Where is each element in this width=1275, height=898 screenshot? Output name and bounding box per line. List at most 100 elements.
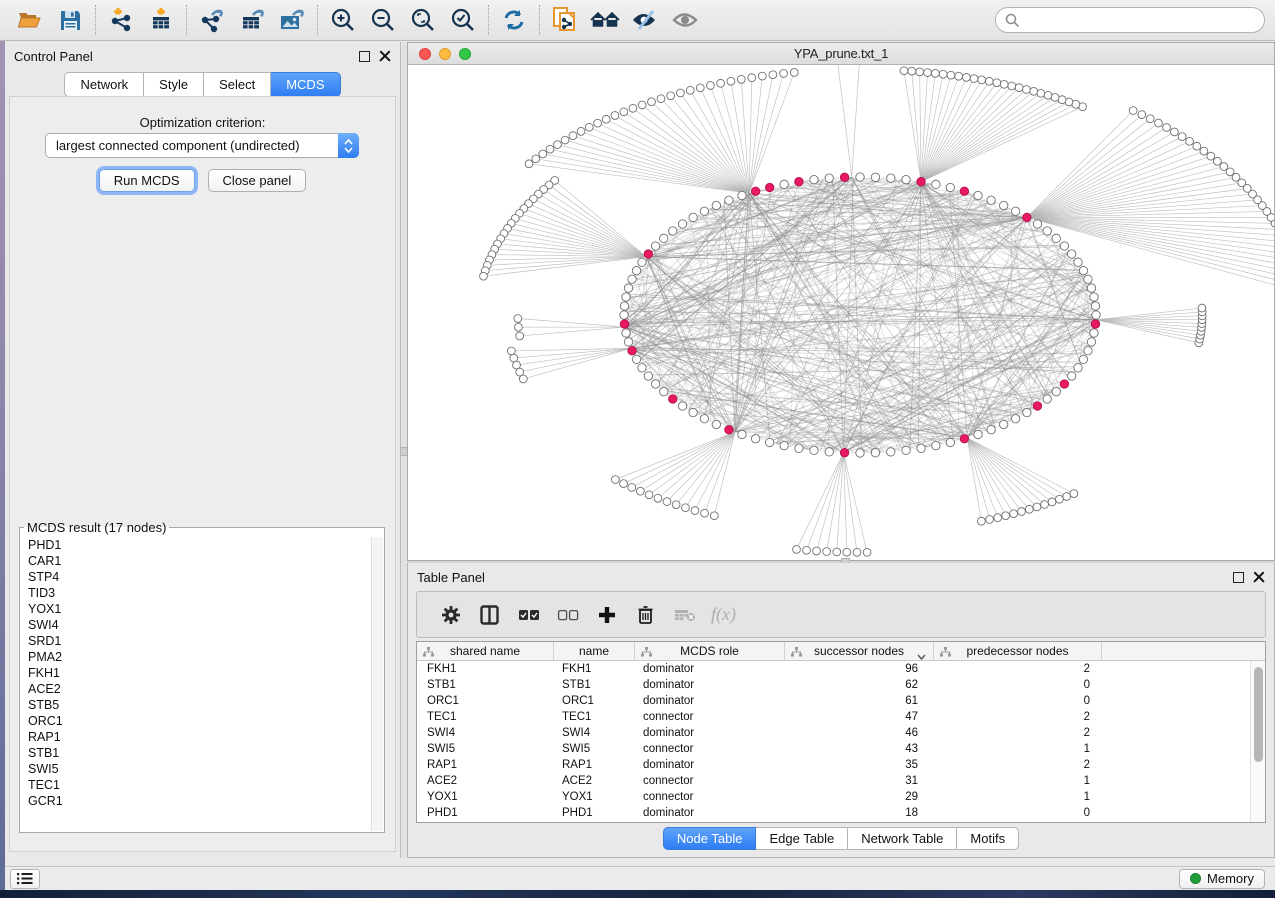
- refresh-button[interactable]: [494, 3, 534, 37]
- network-node[interactable]: [1155, 119, 1163, 127]
- network-node[interactable]: [700, 415, 708, 423]
- network-node[interactable]: [810, 175, 818, 183]
- network-node[interactable]: [1048, 498, 1056, 506]
- task-history-button[interactable]: [10, 869, 40, 889]
- network-node[interactable]: [1200, 147, 1208, 155]
- network-node[interactable]: [532, 155, 540, 163]
- dominator-node[interactable]: [840, 449, 848, 457]
- zoom-fit-button[interactable]: [403, 3, 443, 37]
- network-node[interactable]: [887, 448, 895, 456]
- network-node[interactable]: [678, 402, 686, 410]
- network-node[interactable]: [660, 387, 668, 395]
- network-node[interactable]: [1030, 87, 1038, 95]
- network-node[interactable]: [1178, 133, 1186, 141]
- zoom-out-button[interactable]: [363, 3, 403, 37]
- network-node[interactable]: [514, 315, 522, 323]
- dominator-node[interactable]: [628, 347, 636, 355]
- column-header-name[interactable]: name: [554, 642, 635, 660]
- network-node[interactable]: [620, 480, 628, 488]
- network-node[interactable]: [856, 449, 864, 457]
- network-canvas[interactable]: [408, 65, 1274, 560]
- network-node[interactable]: [696, 84, 704, 92]
- tab-select[interactable]: Select: [204, 72, 271, 97]
- mcds-result-item[interactable]: RAP1: [21, 729, 370, 745]
- network-node[interactable]: [1060, 242, 1068, 250]
- network-node[interactable]: [638, 101, 646, 109]
- run-mcds-button[interactable]: Run MCDS: [99, 169, 195, 192]
- dominator-node[interactable]: [960, 435, 968, 443]
- network-node[interactable]: [1163, 124, 1171, 132]
- network-node[interactable]: [780, 70, 788, 78]
- network-node[interactable]: [1138, 111, 1146, 119]
- network-node[interactable]: [738, 191, 746, 199]
- network-node[interactable]: [1067, 372, 1075, 380]
- network-node[interactable]: [1063, 493, 1071, 501]
- zoom-selected-button[interactable]: [443, 3, 483, 37]
- network-node[interactable]: [1008, 82, 1016, 90]
- network-node[interactable]: [810, 446, 818, 454]
- table-row[interactable]: FKH1FKH1dominator962: [417, 661, 1250, 677]
- column-header-predecessor-nodes[interactable]: predecessor nodes: [934, 642, 1102, 660]
- import-table-button[interactable]: [141, 3, 181, 37]
- network-node[interactable]: [638, 258, 646, 266]
- export-image-button[interactable]: [272, 3, 312, 37]
- network-node[interactable]: [955, 72, 963, 80]
- network-node[interactable]: [710, 512, 718, 520]
- network-node[interactable]: [515, 323, 523, 331]
- select-all-button[interactable]: [509, 609, 548, 621]
- network-node[interactable]: [689, 213, 697, 221]
- mcds-result-item[interactable]: SRD1: [21, 633, 370, 649]
- network-node[interactable]: [1084, 275, 1092, 283]
- close-panel-button[interactable]: Close panel: [208, 169, 307, 192]
- network-node[interactable]: [654, 494, 662, 502]
- network-node[interactable]: [939, 70, 947, 78]
- network-node[interactable]: [1146, 115, 1154, 123]
- network-node[interactable]: [1011, 207, 1019, 215]
- mcds-result-item[interactable]: ORC1: [21, 713, 370, 729]
- network-node[interactable]: [748, 74, 756, 82]
- dominator-node[interactable]: [765, 183, 773, 191]
- network-node[interactable]: [546, 145, 554, 153]
- network-node[interactable]: [932, 441, 940, 449]
- network-node[interactable]: [871, 173, 879, 181]
- mcds-result-item[interactable]: STB1: [21, 745, 370, 761]
- network-node[interactable]: [1087, 284, 1095, 292]
- dominator-node[interactable]: [795, 178, 803, 186]
- dominator-node[interactable]: [751, 187, 759, 195]
- network-node[interactable]: [686, 86, 694, 94]
- dominator-node[interactable]: [725, 426, 733, 434]
- network-node[interactable]: [974, 430, 982, 438]
- network-node[interactable]: [1090, 329, 1098, 337]
- network-node[interactable]: [758, 72, 766, 80]
- import-network-button[interactable]: [101, 3, 141, 37]
- network-node[interactable]: [638, 364, 646, 372]
- column-header-shared-name[interactable]: shared name: [417, 642, 554, 660]
- network-node[interactable]: [1186, 137, 1194, 145]
- network-node[interactable]: [628, 275, 636, 283]
- memory-button[interactable]: Memory: [1179, 869, 1265, 889]
- network-node[interactable]: [636, 487, 644, 495]
- network-node[interactable]: [863, 548, 871, 556]
- network-node[interactable]: [569, 132, 577, 140]
- network-node[interactable]: [628, 484, 636, 492]
- float-table-panel-icon[interactable]: [1233, 572, 1244, 583]
- mcds-result-item[interactable]: PHD1: [21, 537, 370, 553]
- mcds-result-item[interactable]: PMA2: [21, 649, 370, 665]
- network-node[interactable]: [663, 498, 671, 506]
- dominator-node[interactable]: [960, 187, 968, 195]
- network-node[interactable]: [1025, 505, 1033, 513]
- network-node[interactable]: [902, 446, 910, 454]
- network-node[interactable]: [1018, 508, 1026, 516]
- tab-style[interactable]: Style: [144, 72, 204, 97]
- network-node[interactable]: [987, 196, 995, 204]
- network-node[interactable]: [1037, 89, 1045, 97]
- tab-edge-table[interactable]: Edge Table: [756, 827, 848, 850]
- network-node[interactable]: [624, 338, 632, 346]
- network-node[interactable]: [1214, 157, 1222, 165]
- network-node[interactable]: [1043, 227, 1051, 235]
- search-input[interactable]: [1026, 13, 1255, 28]
- network-node[interactable]: [780, 180, 788, 188]
- dominator-node[interactable]: [1060, 380, 1068, 388]
- network-node[interactable]: [978, 76, 986, 84]
- network-node[interactable]: [1043, 395, 1051, 403]
